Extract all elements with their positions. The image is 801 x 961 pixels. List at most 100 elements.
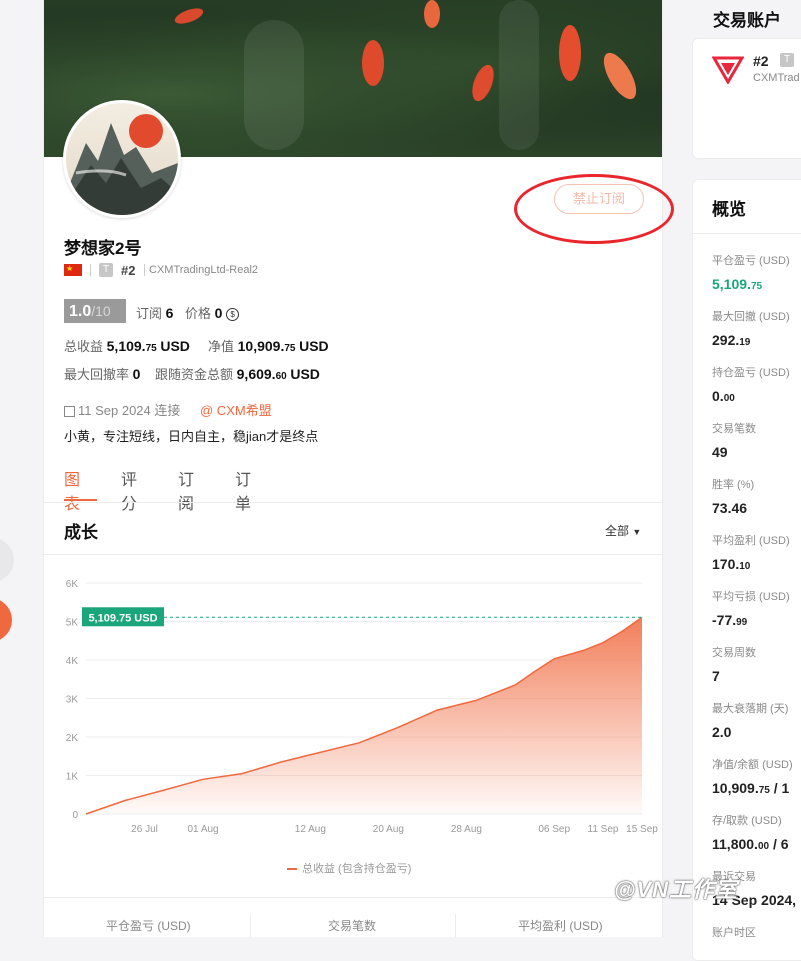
x-tick-label: 12 Aug [295, 824, 326, 835]
overview-item-value: 2.0 [712, 724, 732, 740]
coin-icon: $ [226, 308, 240, 322]
overview-item: 交易笔数 49 [712, 420, 801, 460]
overview-item: 账户时区 [712, 924, 801, 948]
overview-item-label: 账户时区 [712, 927, 756, 939]
tab-subscriptions[interactable]: 订阅 [178, 466, 194, 514]
overview-item: 持仓盈亏 (USD) 0.00 [712, 364, 801, 404]
current-value-label: 5,109.75 USD [88, 612, 157, 624]
overview-item-value: -77.99 [712, 612, 748, 628]
max-drawdown-stat: 最大回撤率 0 [64, 366, 141, 382]
divider [455, 914, 456, 937]
x-tick-label: 01 Aug [187, 824, 218, 835]
overview-item: 交易周数 7 [712, 644, 801, 684]
x-tick-label: 26 Jul [131, 824, 158, 835]
overview-item: 净值/余额 (USD) 10,909.75 / 1 [712, 756, 801, 796]
connect-date: 11 Sep 2024 连接 [64, 400, 180, 419]
divider [693, 233, 801, 234]
footer-stat-label: 交易笔数 [328, 919, 377, 933]
chart-legend: 总收益 (包含持仓盈亏) [287, 860, 411, 876]
account-section-title: 交易账户 [713, 11, 781, 30]
avatar [63, 100, 181, 218]
x-tick-label: 11 Sep [588, 824, 619, 835]
y-tick-label: 6K [66, 579, 79, 590]
account-rank: #2 [753, 53, 769, 69]
range-select[interactable]: 全部 ▼ [605, 522, 641, 539]
broker-server: CXMTradingLtd-Real2 [149, 264, 259, 276]
growth-chart: 0 1K 2K 3K 4K 5K 6K 26 Jul 01 Aug 12 Aug 20 Aug 28 … [66, 579, 659, 835]
calendar-icon [64, 406, 75, 418]
overview-item-value: 170.10 [712, 556, 751, 572]
caret-down-icon: ▼ [632, 527, 642, 537]
overview-item-label: 平仓盈亏 (USD) [712, 255, 790, 267]
y-tick-label: 0 [72, 810, 78, 821]
divider [44, 897, 662, 898]
footer-stat-label: 平仓盈亏 (USD) [106, 919, 191, 933]
overview-item-label: 持仓盈亏 (USD) [712, 367, 790, 379]
account-rank: #2 [121, 263, 136, 278]
overview-item-label: 最大衰落期 (天) [712, 703, 789, 715]
china-flag-icon: ★ [64, 264, 82, 276]
divider [44, 502, 662, 503]
active-tab-indicator [64, 499, 97, 501]
side-float-button[interactable] [0, 538, 14, 582]
overview-item-value: 0.00 [712, 388, 735, 404]
chart-title: 成长 [64, 523, 98, 542]
overview-item-label: 交易笔数 [712, 423, 756, 435]
account-type-badge: T [99, 263, 113, 277]
side-float-button-accent[interactable] [0, 598, 12, 642]
y-tick-label: 3K [66, 695, 79, 706]
legend-swatch [287, 868, 297, 871]
total-profit-stat: 总收益 5,109.75 USD [64, 338, 190, 354]
broker-logo-icon [712, 56, 744, 84]
overview-item-label: 胜率 (%) [712, 479, 755, 491]
tab-orders[interactable]: 订单 [235, 466, 251, 514]
overview-item-label: 平均亏损 (USD) [712, 591, 790, 603]
highlight-circle [514, 174, 674, 244]
overview-item-value: 73.46 [712, 500, 748, 516]
overview-item: 平均亏损 (USD) -77.99 [712, 588, 801, 628]
footer-stat-label: 平均盈利 (USD) [518, 919, 603, 933]
watermark-text: @VN工作室 [614, 877, 739, 902]
overview-title: 概览 [712, 200, 746, 219]
x-tick-label: 06 Sep [538, 824, 570, 835]
account-broker: CXMTrad [753, 72, 800, 84]
divider [44, 554, 662, 555]
trader-bio: 小黄，专注短线，日内自主，稳jian才是终点 [64, 429, 319, 444]
growth-area [86, 617, 642, 814]
overview-item-value: 292.19 [712, 332, 751, 348]
overview-item-value: 10,909.75 / 1 [712, 780, 790, 796]
overview-item: 平均盈利 (USD) 170.10 [712, 532, 801, 572]
account-type-badge: T [780, 53, 794, 67]
y-tick-label: 4K [66, 656, 79, 667]
y-tick-label: 2K [66, 733, 79, 744]
tab-chart[interactable]: 图表 [64, 466, 80, 514]
divider [250, 914, 251, 937]
divider [144, 264, 145, 276]
overview-item-label: 最大回撤 (USD) [712, 311, 790, 323]
follow-funds-stat: 跟随资金总额 9,609.60 USD [155, 366, 320, 382]
overview-item-label: 存/取款 (USD) [712, 815, 782, 827]
overview-item-label: 净值/余额 (USD) [712, 759, 793, 771]
price-stat: 价格 0 $ [185, 303, 240, 322]
trader-name: 梦想家2号 [64, 239, 142, 258]
overview-item-value: 11,800.00 / 6 [712, 836, 789, 852]
overview-item-value: 49 [712, 444, 728, 460]
overview-item-label: 交易周数 [712, 647, 756, 659]
overview-item: 最大回撤 (USD) 292.19 [712, 308, 801, 348]
profile-card: 禁止订阅 梦想家2号 ★ T #2 CXMTradingLtd-Real2 1.… [43, 0, 674, 937]
y-tick-label: 5K [66, 618, 79, 629]
overview-item-value: 7 [712, 668, 720, 684]
overview-item-value: 5,109.75 [712, 276, 763, 292]
group-link[interactable]: @ CXM希盟 [200, 400, 272, 419]
net-value-stat: 净值 10,909.75 USD [208, 338, 329, 354]
subscribers-stat: 订阅 6 [136, 305, 174, 321]
overview-item: 平仓盈亏 (USD) 5,109.75 [712, 252, 801, 292]
divider [90, 264, 91, 276]
overview-item: 最大衰落期 (天) 2.0 [712, 700, 801, 740]
score-badge: 1.0/10 [64, 299, 126, 323]
overview-item-label: 平均盈利 (USD) [712, 535, 790, 547]
y-tick-label: 1K [66, 772, 79, 783]
tab-rating[interactable]: 评分 [121, 466, 137, 514]
overview-item: 胜率 (%) 73.46 [712, 476, 801, 516]
x-tick-label: 15 Sep [626, 824, 658, 835]
